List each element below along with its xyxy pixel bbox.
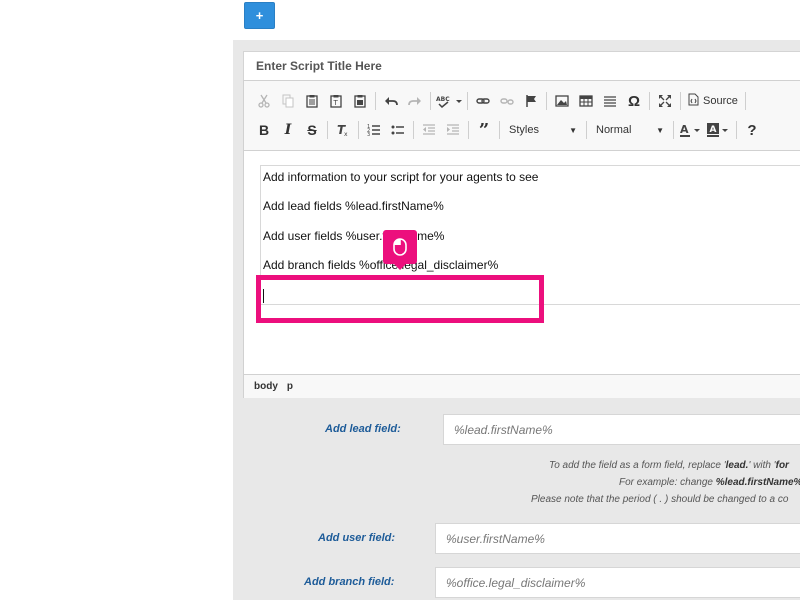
format-dropdown[interactable]: Normal ▼ [590, 119, 670, 141]
content-line-info: Add information to your script for your … [263, 170, 539, 184]
image-icon[interactable] [550, 89, 574, 113]
paste-text-icon[interactable]: T [324, 89, 348, 113]
element-path-bar: body p [244, 374, 800, 398]
paste-word-icon[interactable] [348, 89, 372, 113]
user-field-label: Add user field: [318, 532, 396, 544]
styles-dropdown-label: Styles [509, 124, 539, 136]
editor-toolbar: T ABC Ω Source B I S T x 1 2 3 ” Styles … [244, 81, 800, 151]
help-icon[interactable]: ? [740, 118, 764, 142]
content-line-user: Add user fields %user.firstName% [263, 229, 445, 243]
outdent-icon[interactable] [417, 118, 441, 142]
toolbar-separator [413, 121, 414, 139]
content-line-lead: Add lead fields %lead.firstName% [263, 199, 444, 213]
svg-text:ABC: ABC [436, 96, 450, 103]
undo-icon[interactable] [379, 89, 403, 113]
italic-icon[interactable]: I [276, 118, 300, 142]
bg-color-icon[interactable]: A [705, 118, 733, 142]
left-blank-area [0, 0, 233, 600]
script-title-input[interactable]: Enter Script Title Here [243, 51, 800, 81]
indent-icon[interactable] [441, 118, 465, 142]
mouse-click-indicator [383, 230, 417, 270]
source-button[interactable]: Source [684, 93, 742, 109]
mouse-icon [393, 238, 407, 256]
branch-field-select[interactable]: %office.legal_disclaimer% [435, 567, 800, 598]
cut-icon[interactable] [252, 89, 276, 113]
toolbar-separator [375, 92, 376, 110]
toolbar-separator [586, 121, 587, 139]
source-label: Source [703, 95, 738, 107]
horizontal-rule-icon[interactable] [598, 89, 622, 113]
lead-field-label: Add lead field: [325, 423, 401, 435]
toolbar-separator [467, 92, 468, 110]
svg-text:T: T [333, 99, 339, 107]
chevron-down-icon: ▼ [656, 125, 664, 135]
unlink-icon[interactable] [495, 89, 519, 113]
lead-field-select[interactable]: %lead.firstName% [443, 414, 800, 445]
click-target-highlight [256, 275, 544, 323]
blockquote-icon[interactable]: ” [472, 118, 496, 142]
chevron-down-icon: ▼ [569, 125, 577, 135]
maximize-icon[interactable] [653, 89, 677, 113]
table-icon[interactable] [574, 89, 598, 113]
text-color-icon[interactable]: A [677, 118, 705, 142]
styles-dropdown[interactable]: Styles ▼ [503, 119, 583, 141]
toolbar-separator [468, 121, 469, 139]
numbered-list-icon[interactable]: 123 [362, 118, 386, 142]
special-char-icon[interactable]: Ω [622, 89, 646, 113]
svg-text:x: x [344, 131, 348, 137]
add-script-button[interactable]: + [244, 2, 275, 29]
toolbar-row-1: T ABC Ω Source [252, 88, 749, 114]
strike-icon[interactable]: S [300, 118, 324, 142]
remove-format-icon[interactable]: Tx [331, 118, 355, 142]
toolbar-separator [744, 92, 746, 110]
paste-icon[interactable] [300, 89, 324, 113]
redo-icon[interactable] [403, 89, 427, 113]
spellcheck-icon[interactable]: ABC [434, 89, 464, 113]
svg-text:3: 3 [367, 132, 370, 137]
toolbar-separator [736, 121, 737, 139]
content-line-branch: Add branch fields %office.legal_disclaim… [263, 258, 499, 272]
toolbar-separator [546, 92, 547, 110]
copy-icon[interactable] [276, 89, 300, 113]
format-dropdown-label: Normal [596, 124, 632, 136]
path-item-body[interactable]: body [254, 381, 278, 392]
toolbar-separator [649, 92, 650, 110]
branch-field-label: Add branch field: [304, 576, 395, 588]
source-icon [688, 93, 699, 109]
help-text-line-3: Please note that the period ( . ) should… [531, 494, 789, 505]
toolbar-separator [499, 121, 500, 139]
toolbar-separator [430, 92, 431, 110]
toolbar-row-2: B I S Tx 123 ” Styles ▼ Normal ▼ A A ? [252, 117, 764, 143]
bold-icon[interactable]: B [252, 118, 276, 142]
rich-text-editor: T ABC Ω Source B I S T x 1 2 3 ” Styles … [243, 80, 800, 398]
bulleted-list-icon[interactable] [386, 118, 410, 142]
help-text-line-2: For example: change %lead.firstName% to … [619, 477, 800, 488]
anchor-flag-icon[interactable] [519, 89, 543, 113]
svg-text:A: A [680, 123, 689, 136]
toolbar-separator [673, 121, 674, 139]
toolbar-separator [680, 92, 681, 110]
path-item-p[interactable]: p [287, 381, 293, 392]
toolbar-separator [327, 121, 328, 139]
toolbar-separator [358, 121, 359, 139]
svg-text:A: A [710, 125, 717, 135]
link-icon[interactable] [471, 89, 495, 113]
user-field-select[interactable]: %user.firstName% [435, 523, 800, 554]
help-text-line-1: To add the field as a form field, replac… [549, 460, 789, 471]
